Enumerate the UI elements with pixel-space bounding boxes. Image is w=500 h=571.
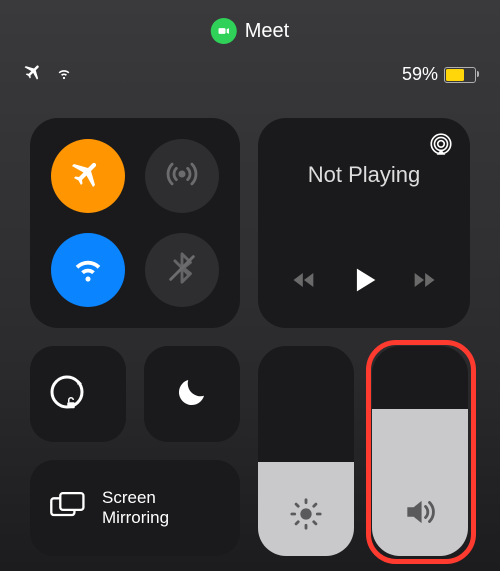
control-center: Meet 59% — [0, 0, 500, 571]
airplane-status-icon — [24, 62, 44, 87]
now-playing-title: Not Playing — [276, 162, 452, 188]
media-panel[interactable]: Not Playing — [258, 118, 470, 328]
do-not-disturb-toggle[interactable] — [144, 346, 240, 442]
wifi-toggle[interactable] — [51, 233, 125, 307]
screen-mirroring-button[interactable]: Screen Mirroring — [30, 460, 240, 556]
brightness-icon — [289, 497, 323, 536]
bluetooth-off-icon — [165, 251, 199, 290]
wifi-icon — [71, 251, 105, 290]
battery-icon — [444, 67, 476, 83]
camera-active-icon — [211, 18, 237, 44]
rotation-lock-icon — [47, 372, 109, 417]
play-button[interactable] — [347, 263, 381, 302]
airplane-mode-toggle[interactable] — [51, 139, 125, 213]
status-bar: 59% — [24, 62, 476, 87]
bluetooth-toggle[interactable] — [145, 233, 219, 307]
forward-button[interactable] — [410, 266, 438, 299]
speaker-icon — [401, 493, 439, 536]
recording-app-label: Meet — [245, 20, 289, 43]
airplane-icon — [71, 157, 105, 196]
connectivity-panel — [30, 118, 240, 328]
screen-mirroring-label: Screen Mirroring — [102, 488, 192, 527]
brightness-slider[interactable] — [258, 346, 354, 556]
wifi-status-icon — [54, 63, 74, 86]
moon-icon — [174, 374, 210, 415]
rotation-lock-toggle[interactable] — [30, 346, 126, 442]
cellular-data-toggle[interactable] — [145, 139, 219, 213]
recording-pill[interactable]: Meet — [211, 18, 289, 44]
airplay-icon[interactable] — [428, 132, 454, 163]
cellular-antenna-icon — [165, 157, 199, 196]
battery-percent-label: 59% — [402, 64, 438, 85]
volume-slider[interactable] — [372, 346, 468, 556]
rewind-button[interactable] — [290, 266, 318, 299]
screen-mirroring-icon — [50, 491, 86, 526]
